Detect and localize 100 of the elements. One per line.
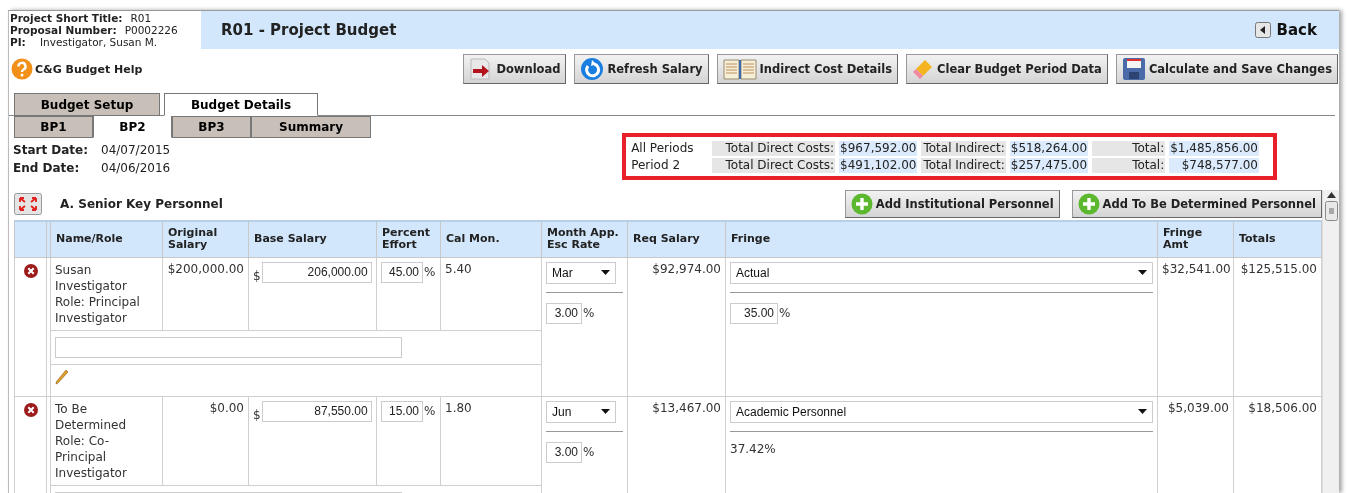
caret-icon: [601, 409, 610, 414]
delete-icon[interactable]: [23, 402, 38, 417]
toolbar-button[interactable]: Indirect Cost Details: [716, 54, 898, 84]
plus-icon: [850, 193, 873, 215]
row-total: $18,506.00: [1248, 400, 1317, 415]
save-icon: [1121, 57, 1146, 81]
person-name: To Be Determined: [55, 400, 128, 433]
expand-icon[interactable]: [14, 193, 42, 215]
effort-field[interactable]: 15.00: [381, 400, 423, 422]
percent-sign: %: [424, 404, 436, 418]
original-salary: $200,000.00: [167, 261, 244, 276]
summary-label: Total:: [1092, 141, 1166, 156]
caret-icon: [1138, 270, 1147, 275]
person-role: Role: Co-Principal Investigator: [55, 432, 128, 481]
summary-value: $491,102.00: [839, 158, 918, 173]
info-label: PI:: [10, 36, 27, 48]
period-label: All Periods: [631, 141, 695, 156]
date-value: 04/06/2016: [101, 161, 171, 175]
summary-label: Total Indirect:: [921, 141, 1006, 156]
summary-value: $748,577.00: [1169, 158, 1259, 173]
section-title: A. Senior Key Personnel: [60, 197, 223, 211]
summary-label: Total:: [1092, 158, 1166, 173]
period-tab[interactable]: Summary: [251, 116, 371, 138]
date-label: Start Date:: [13, 143, 90, 157]
percent-sign: %: [583, 445, 595, 459]
plus-icon: [1077, 193, 1100, 215]
delete-icon[interactable]: [23, 263, 38, 278]
fringe-amount: $5,039.00: [1167, 400, 1229, 415]
add-personnel-button[interactable]: Add Institutional Personnel: [844, 190, 1060, 218]
help-icon: [11, 58, 33, 80]
tab[interactable]: Budget Details: [164, 93, 318, 116]
info-value: R01: [130, 12, 152, 24]
add-personnel-button[interactable]: Add To Be Determined Personnel: [1071, 190, 1322, 218]
percent-sign: %: [779, 306, 791, 320]
column-header: Name/Role: [50, 221, 163, 257]
esc-rate-field[interactable]: 3.00: [546, 441, 582, 463]
base-salary-field[interactable]: 206,000.00: [261, 261, 372, 283]
scrollbar[interactable]: [1322, 190, 1339, 493]
pencil-icon[interactable]: [55, 368, 69, 385]
note-field[interactable]: [55, 336, 402, 358]
column-header: Base Salary: [248, 221, 377, 257]
page-title: R01 - Project Budget: [221, 21, 397, 39]
person-name: Susan Investigator: [55, 261, 128, 294]
toolbar-button[interactable]: Refresh Salary: [574, 54, 709, 84]
column-header: Month App. Esc Rate: [541, 221, 628, 257]
percent-sign: %: [583, 306, 595, 320]
back-button[interactable]: Back: [1254, 21, 1317, 39]
cal-months: 5.40: [445, 261, 472, 276]
summary-value: $1,485,856.00: [1169, 141, 1259, 156]
period-tab[interactable]: BP2: [93, 116, 172, 138]
info-label: Project Short Title:: [10, 12, 123, 24]
fringe-select[interactable]: Academic Personnel: [730, 400, 1153, 423]
summary-label: Total Direct Costs:: [711, 141, 836, 156]
base-salary-field[interactable]: 87,550.00: [261, 400, 372, 422]
person-role: Role: Principal Investigator: [55, 293, 141, 326]
column-header: Totals: [1233, 221, 1322, 257]
back-icon: [1254, 22, 1271, 38]
currency-sign: $: [253, 268, 261, 283]
toolbar-button[interactable]: Download: [463, 54, 567, 84]
req-salary: $92,974.00: [652, 261, 721, 276]
row-total: $125,515.00: [1240, 261, 1317, 276]
scroll-up-icon[interactable]: [1326, 192, 1336, 198]
summary-value: $518,264.00: [1009, 141, 1089, 156]
percent-sign: %: [424, 265, 436, 279]
original-salary: $0.00: [209, 400, 244, 415]
esc-rate-field[interactable]: 3.00: [546, 302, 582, 324]
summary-label: Total Indirect:: [921, 158, 1006, 173]
toolbar-button[interactable]: Clear Budget Period Data: [906, 54, 1108, 84]
eraser-icon: [912, 58, 934, 80]
caret-icon: [601, 270, 610, 275]
help-link[interactable]: C&G Budget Help: [11, 58, 143, 80]
info-value: Investigator, Susan M.: [40, 36, 158, 48]
refresh-icon: [580, 57, 605, 81]
cal-months: 1.80: [445, 400, 472, 415]
book-icon: [722, 57, 757, 81]
fringe-select[interactable]: Actual: [730, 261, 1153, 284]
toolbar-button[interactable]: Calculate and Save Changes: [1115, 54, 1338, 84]
column-header: Percent Effort: [376, 221, 441, 257]
currency-sign: $: [253, 407, 261, 422]
month-select[interactable]: Mar: [546, 261, 616, 284]
fringe-rate: 37.42%: [730, 441, 776, 456]
summary-label: Total Direct Costs:: [711, 158, 836, 173]
caret-icon: [1138, 409, 1147, 414]
column-header: Fringe: [725, 221, 1158, 257]
fringe-rate-field[interactable]: 35.00: [730, 302, 778, 324]
info-value: P0002226: [124, 24, 178, 36]
effort-field[interactable]: 45.00: [381, 261, 423, 283]
month-select[interactable]: Jun: [546, 400, 616, 423]
column-header: Req Salary: [627, 221, 726, 257]
column-header: Cal Mon.: [440, 221, 542, 257]
tab[interactable]: Budget Setup: [14, 93, 160, 116]
date-label: End Date:: [13, 161, 81, 175]
period-tab[interactable]: BP1: [14, 116, 93, 138]
period-label: Period 2: [631, 158, 682, 173]
summary-value: $967,592.00: [839, 141, 918, 156]
info-label: Proposal Number:: [10, 24, 117, 36]
req-salary: $13,467.00: [652, 400, 721, 415]
period-tab[interactable]: BP3: [172, 116, 251, 138]
date-value: 04/07/2015: [101, 143, 171, 157]
scroll-thumb-icon[interactable]: [1324, 201, 1338, 221]
